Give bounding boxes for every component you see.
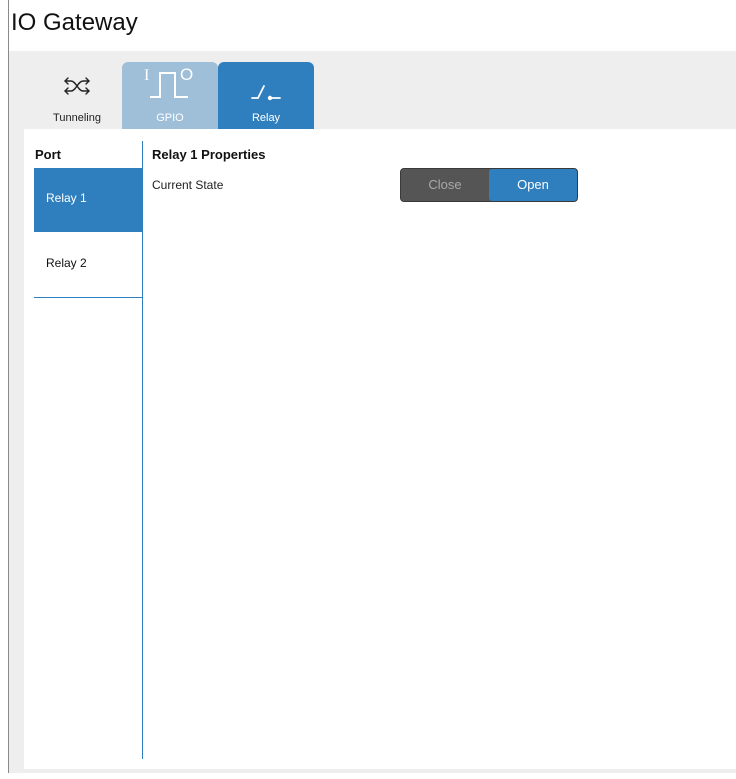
- tab-label: Relay: [251, 112, 281, 124]
- tab-gpio[interactable]: I O GPIO: [122, 62, 218, 130]
- tab-label: Tunneling: [53, 112, 101, 124]
- port-header: Port: [35, 147, 61, 162]
- relay-content-panel: Port Relay 1 Relay 2 Relay 1 Properties …: [24, 129, 736, 769]
- properties-title: Relay 1 Properties: [152, 147, 266, 162]
- relay-switch-icon: [218, 68, 314, 104]
- port-item-label: Relay 1: [46, 191, 87, 205]
- open-option-button[interactable]: Open: [489, 169, 577, 201]
- port-item-label: Relay 2: [46, 256, 87, 270]
- tab-label: GPIO: [156, 112, 184, 124]
- port-divider: [142, 141, 143, 759]
- relay-state-toggle[interactable]: Close Open: [400, 168, 578, 202]
- port-item-relay-1[interactable]: Relay 1: [34, 168, 142, 232]
- svg-text:O: O: [180, 65, 193, 84]
- gpio-pulse-icon: I O: [122, 65, 218, 104]
- shuffle-arrows-icon: [29, 68, 125, 104]
- page-title: IO Gateway: [11, 9, 138, 36]
- current-state-label: Current State: [152, 178, 224, 192]
- tab-relay[interactable]: Relay: [218, 62, 314, 130]
- svg-text:I: I: [144, 67, 149, 84]
- port-item-relay-2[interactable]: Relay 2: [34, 233, 142, 298]
- tab-tunneling[interactable]: Tunneling: [29, 62, 125, 130]
- close-option-button[interactable]: Close: [401, 169, 489, 201]
